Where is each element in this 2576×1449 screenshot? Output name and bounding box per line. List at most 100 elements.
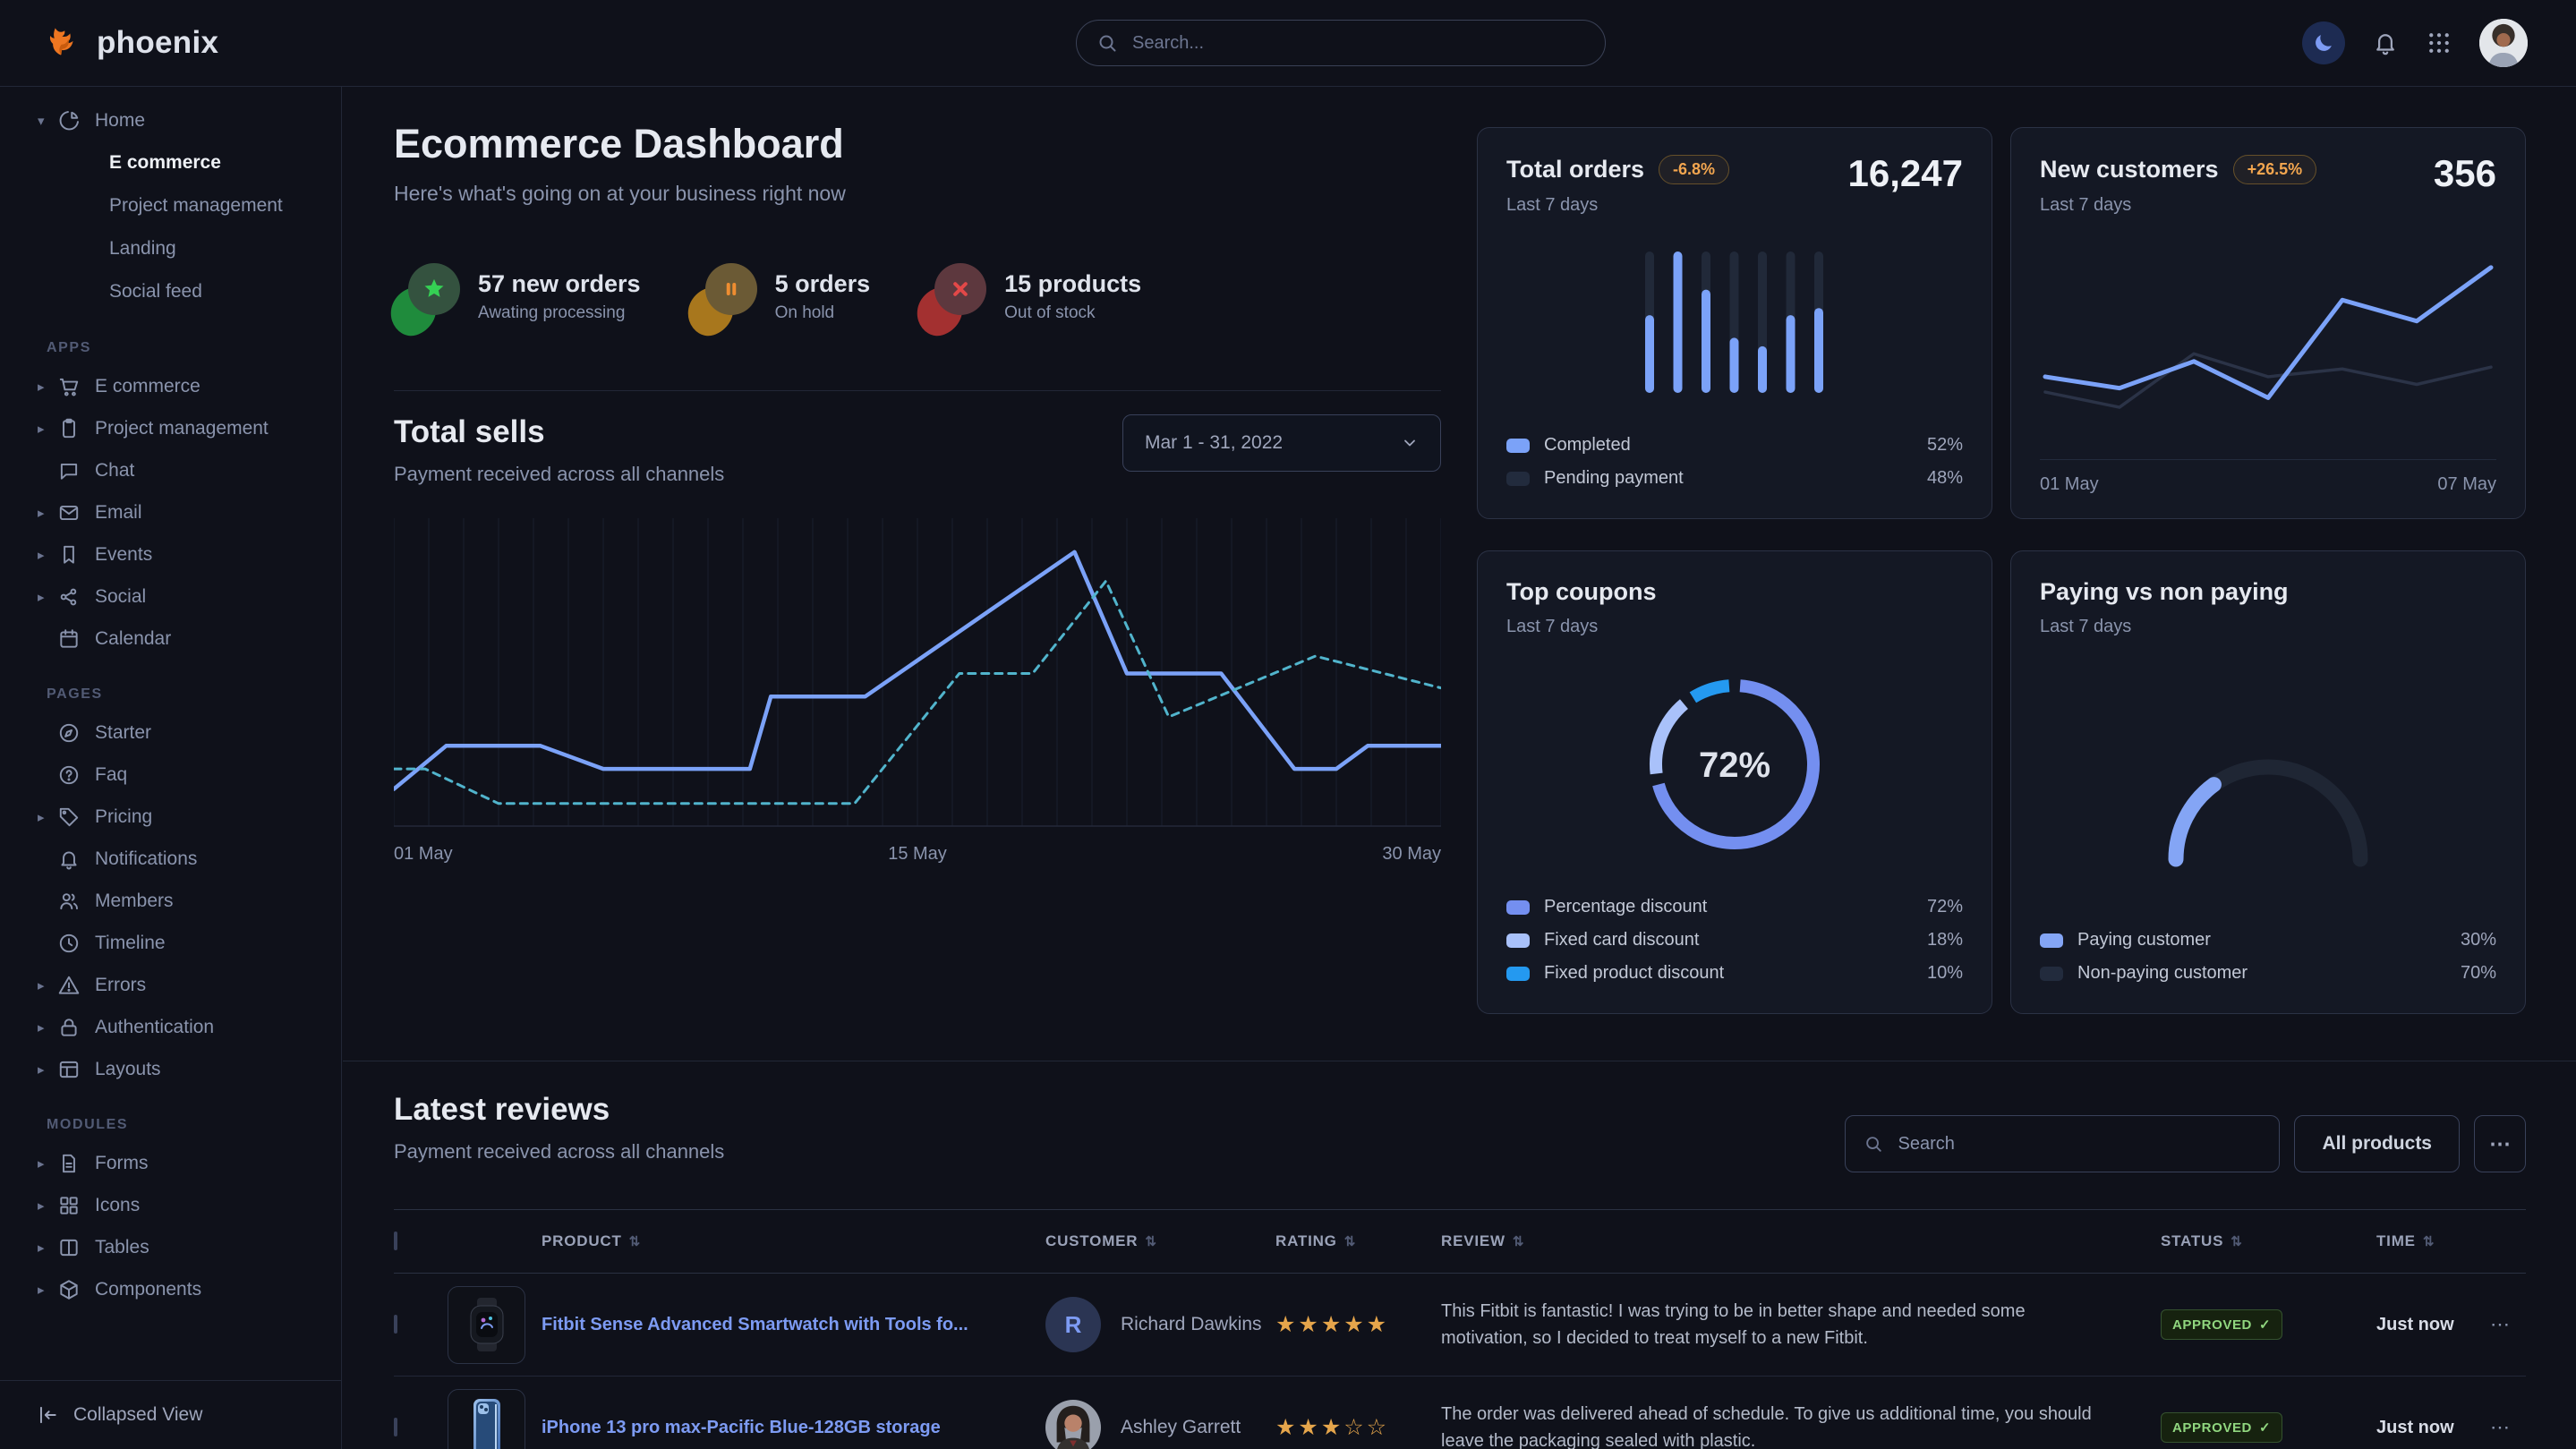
- sidebar-item-tables[interactable]: ▸Tables: [0, 1226, 341, 1268]
- sidebar-item-pricing[interactable]: ▸Pricing: [0, 796, 341, 838]
- new-customers-card: New customers +26.5% Last 7 days 356 01 …: [2010, 127, 2526, 519]
- calendar-icon: [57, 627, 81, 651]
- new-customers-title: New customers: [2040, 156, 2219, 183]
- column-header-time[interactable]: TIME⇅: [2354, 1232, 2475, 1250]
- top-coupons-card: Top coupons Last 7 days 72% Percentage d…: [1477, 550, 1992, 1014]
- x-tick-label: 15 May: [888, 844, 947, 865]
- column-header-rating[interactable]: RATING⇅: [1275, 1232, 1441, 1250]
- caret-right-icon: ▸: [38, 1155, 57, 1172]
- sidebar-item-authentication[interactable]: ▸Authentication: [0, 1006, 341, 1048]
- sidebar-subitem-project-management[interactable]: Project management: [0, 184, 341, 227]
- legend-value: 48%: [1927, 468, 1963, 489]
- customer-avatar[interactable]: R: [1045, 1297, 1101, 1352]
- new-customers-badge: +26.5%: [2233, 155, 2317, 184]
- sidebar-item-social[interactable]: ▸Social: [0, 575, 341, 618]
- select-all-checkbox[interactable]: [394, 1232, 397, 1250]
- paying-period: Last 7 days: [2040, 617, 2289, 637]
- date-range-select[interactable]: Mar 1 - 31, 2022: [1122, 414, 1441, 472]
- sidebar-item-e-commerce[interactable]: ▸E commerce: [0, 365, 341, 407]
- sidebar-item-events[interactable]: ▸Events: [0, 533, 341, 575]
- reviews-more-button[interactable]: ⋯: [2474, 1115, 2526, 1172]
- stat-on-hold: 5 ordersOn hold: [691, 263, 871, 329]
- sidebar-item-errors[interactable]: ▸Errors: [0, 964, 341, 1006]
- search-icon: [1096, 32, 1118, 54]
- column-header-status[interactable]: STATUS⇅: [2148, 1232, 2354, 1250]
- x-tick-label: 01 May: [2040, 474, 2099, 495]
- cart-icon: [57, 375, 81, 398]
- row-checkbox[interactable]: [394, 1315, 397, 1334]
- sidebar-item-components[interactable]: ▸Components: [0, 1268, 341, 1310]
- theme-toggle-button[interactable]: [2302, 21, 2345, 64]
- latest-reviews-section: Latest reviews Payment received across a…: [343, 1061, 2576, 1449]
- brand-logo[interactable]: phoenix: [48, 0, 218, 86]
- column-header-product[interactable]: PRODUCT⇅: [542, 1232, 1029, 1250]
- stat-value: 5 orders: [775, 270, 871, 298]
- sidebar-item-label: Starter: [95, 722, 151, 744]
- legend-value: 72%: [1927, 897, 1963, 917]
- legend-item-paying-customer: Paying customer30%: [2040, 924, 2496, 957]
- sidebar-item-starter[interactable]: Starter: [0, 712, 341, 754]
- caret-right-icon: ▸: [38, 505, 57, 521]
- product-image-iphone[interactable]: [448, 1389, 525, 1449]
- column-header-review[interactable]: REVIEW⇅: [1441, 1232, 2148, 1250]
- stat-value: 57 new orders: [478, 270, 641, 298]
- page-title: Ecommerce Dashboard: [394, 121, 1441, 167]
- collapse-icon: [36, 1403, 59, 1427]
- sidebar-item-label: Social: [95, 586, 146, 608]
- legend-item-fixed-product-discount: Fixed product discount10%: [1506, 957, 1963, 990]
- sidebar-item-label: Pricing: [95, 806, 152, 828]
- legend-value: 52%: [1927, 435, 1963, 456]
- sidebar-item-label: Layouts: [95, 1059, 161, 1080]
- sidebar-collapse-toggle[interactable]: Collapsed View: [0, 1380, 341, 1449]
- time-cell: Just now: [2354, 1315, 2475, 1335]
- stat-glyph: [705, 263, 757, 315]
- product-thumb-cell: [448, 1286, 542, 1364]
- sidebar-item-members[interactable]: Members: [0, 880, 341, 922]
- sidebar-subitem-landing[interactable]: Landing: [0, 227, 341, 270]
- caret-right-icon: ▸: [38, 1282, 57, 1298]
- product-link[interactable]: iPhone 13 pro max-Pacific Blue-128GB sto…: [542, 1418, 1029, 1438]
- sidebar-item-layouts[interactable]: ▸Layouts: [0, 1048, 341, 1090]
- sidebar-item-home[interactable]: ▾Home: [0, 99, 341, 141]
- time-cell: Just now: [2354, 1418, 2475, 1438]
- user-avatar[interactable]: [2479, 19, 2528, 67]
- global-search-input[interactable]: [1130, 32, 1596, 55]
- sidebar-item-label: Errors: [95, 975, 146, 996]
- product-link[interactable]: Fitbit Sense Advanced Smartwatch with To…: [542, 1315, 1029, 1335]
- sidebar-subitem-e-commerce[interactable]: E commerce: [0, 141, 341, 184]
- row-actions-button[interactable]: ⋯: [2475, 1313, 2526, 1336]
- reviews-search-input[interactable]: [1896, 1133, 2261, 1155]
- sidebar-item-calendar[interactable]: Calendar: [0, 618, 341, 660]
- clipboard-icon: [57, 417, 81, 440]
- sidebar-item-chat[interactable]: Chat: [0, 449, 341, 491]
- sidebar-item-email[interactable]: ▸Email: [0, 491, 341, 533]
- notifications-button[interactable]: [2372, 30, 2399, 56]
- sidebar-item-icons[interactable]: ▸Icons: [0, 1184, 341, 1226]
- product-image-smartwatch[interactable]: [448, 1286, 525, 1364]
- column-header-customer[interactable]: CUSTOMER⇅: [1029, 1232, 1275, 1250]
- legend-label: Paying customer: [2077, 930, 2211, 950]
- sidebar-item-faq[interactable]: Faq: [0, 754, 341, 796]
- sidebar-item-forms[interactable]: ▸Forms: [0, 1142, 341, 1184]
- x-tick-label: 01 May: [394, 844, 453, 865]
- all-products-button[interactable]: All products: [2294, 1115, 2460, 1172]
- sidebar-item-timeline[interactable]: Timeline: [0, 922, 341, 964]
- status-badge: APPROVED✓: [2161, 1309, 2282, 1340]
- stat-glyph: [934, 263, 986, 315]
- customer-name: Richard Dawkins: [1121, 1314, 1262, 1335]
- row-checkbox[interactable]: [394, 1418, 397, 1436]
- main-content: Ecommerce Dashboard Here's what's going …: [343, 87, 2576, 1449]
- sidebar-subitem-social-feed[interactable]: Social feed: [0, 270, 341, 313]
- review-text: This Fitbit is fantastic! I was trying t…: [1441, 1298, 2148, 1351]
- sidebar-item-label: Authentication: [95, 1017, 214, 1038]
- sidebar-section-label-pages: PAGES: [47, 686, 341, 703]
- total-sells-subtitle: Payment received across all channels: [394, 463, 724, 486]
- stat-text: 15 productsOut of stock: [1004, 270, 1141, 323]
- row-actions-button[interactable]: ⋯: [2475, 1416, 2526, 1439]
- apps-menu-button[interactable]: [2426, 30, 2452, 56]
- bell-icon: [2372, 30, 2399, 56]
- sidebar-item-project-management[interactable]: ▸Project management: [0, 407, 341, 449]
- sidebar-item-notifications[interactable]: Notifications: [0, 838, 341, 880]
- customer-avatar[interactable]: [1045, 1400, 1101, 1449]
- sidebar-item-label: Icons: [95, 1195, 140, 1216]
